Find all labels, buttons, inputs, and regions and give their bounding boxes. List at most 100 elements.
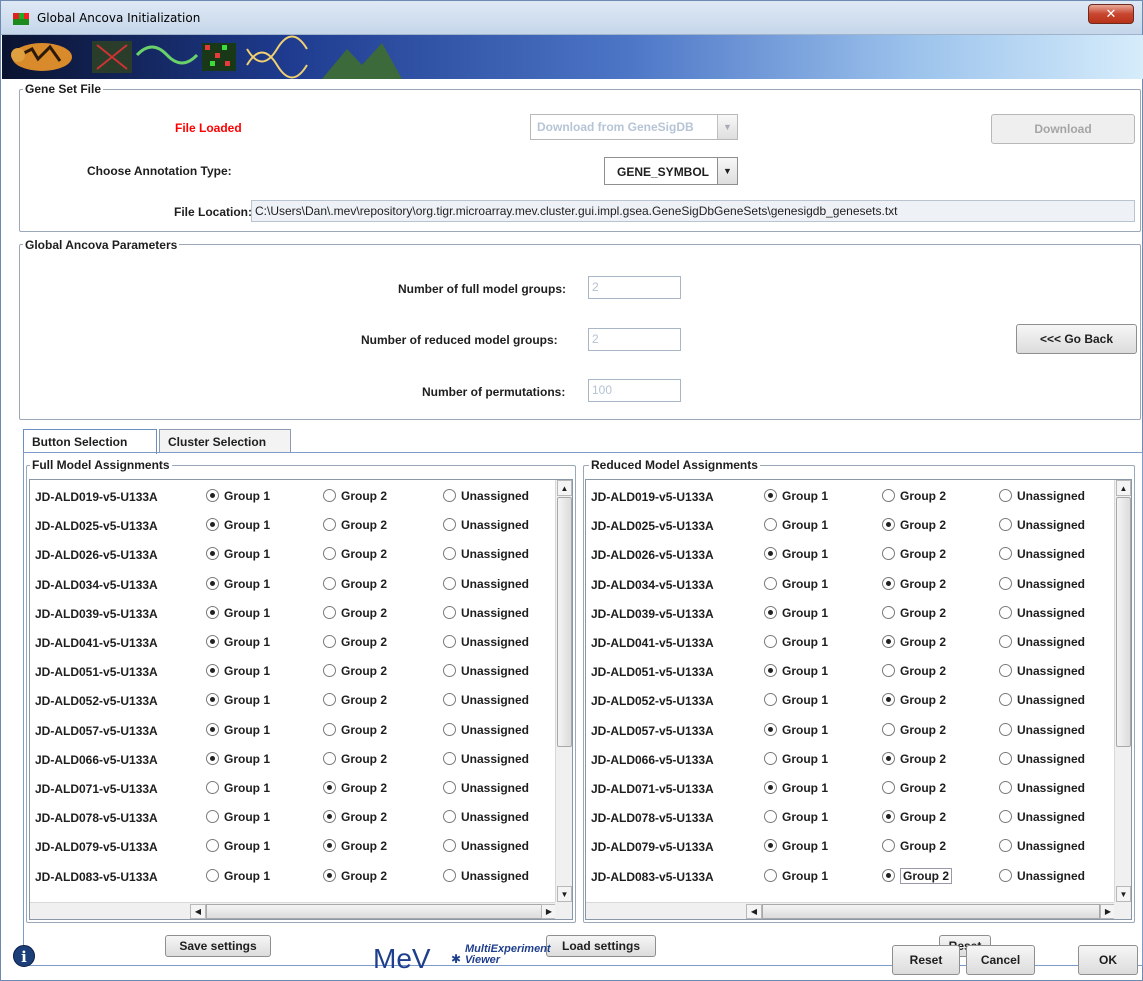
radio-group-1[interactable]: Group 1 [764,693,828,707]
download-button[interactable]: Download [991,114,1135,144]
radio-group-2[interactable]: Group 2 [882,810,946,824]
vertical-scrollbar[interactable]: ▲ ▼ [1114,480,1131,904]
radio-unassigned[interactable]: Unassigned [999,868,1085,883]
radio-unassigned[interactable]: Unassigned [443,693,529,707]
radio-group-1[interactable]: Group 1 [206,489,270,503]
cancel-button[interactable]: Cancel [966,945,1035,975]
radio-unassigned[interactable]: Unassigned [443,547,529,561]
radio-group-2[interactable]: Group 2 [323,722,387,737]
tab-button-selection[interactable]: Button Selection [23,429,157,454]
vertical-scrollbar[interactable]: ▲ ▼ [555,480,572,904]
reduced-model-groups-field[interactable]: 2 [588,328,681,351]
radio-group-2[interactable]: Group 2 [323,664,387,678]
radio-unassigned[interactable]: Unassigned [443,635,529,649]
radio-group-1[interactable]: Group 1 [764,868,828,883]
radio-group-2[interactable]: Group 2 [882,576,946,591]
radio-group-1[interactable]: Group 1 [206,605,270,620]
radio-group-2[interactable]: Group 2 [323,635,387,649]
radio-group-1[interactable]: Group 1 [206,635,270,649]
radio-group-1[interactable]: Group 1 [206,547,270,561]
radio-group-1[interactable]: Group 1 [206,722,270,737]
tab-cluster-selection[interactable]: Cluster Selection [159,429,291,453]
radio-unassigned[interactable]: Unassigned [443,868,529,883]
radio-group-1[interactable]: Group 1 [764,751,828,766]
scroll-left-icon[interactable]: ◀ [746,904,762,919]
radio-group-2[interactable]: Group 2 [323,781,387,795]
close-button[interactable]: ✕ [1088,4,1134,24]
radio-unassigned[interactable]: Unassigned [999,664,1085,678]
radio-group-1[interactable]: Group 1 [764,635,828,649]
radio-group-1[interactable]: Group 1 [206,751,270,766]
radio-group-1[interactable]: Group 1 [764,605,828,620]
scroll-left-icon[interactable]: ◀ [190,904,206,919]
radio-unassigned[interactable]: Unassigned [999,547,1085,561]
radio-unassigned[interactable]: Unassigned [999,839,1085,853]
radio-unassigned[interactable]: Unassigned [999,693,1085,707]
radio-unassigned[interactable]: Unassigned [443,664,529,678]
scroll-thumb[interactable] [762,904,1100,919]
radio-unassigned[interactable]: Unassigned [443,576,529,591]
radio-unassigned[interactable]: Unassigned [999,810,1085,824]
radio-group-2[interactable]: Group 2 [882,547,946,561]
radio-group-2[interactable]: Group 2 [323,576,387,591]
radio-group-1[interactable]: Group 1 [764,810,828,824]
radio-group-2[interactable]: Group 2 [882,839,946,853]
scroll-down-icon[interactable]: ▼ [557,886,572,902]
load-settings-button[interactable]: Load settings [546,935,656,957]
radio-unassigned[interactable]: Unassigned [443,489,529,503]
radio-group-1[interactable]: Group 1 [764,664,828,678]
file-location-field[interactable]: C:\Users\Dan\.mev\repository\org.tigr.mi… [251,200,1135,222]
info-icon[interactable]: i [13,945,35,967]
reset-button[interactable]: Reset [892,945,960,975]
radio-group-1[interactable]: Group 1 [206,664,270,678]
radio-unassigned[interactable]: Unassigned [999,518,1085,532]
scroll-down-icon[interactable]: ▼ [1116,886,1131,902]
radio-group-2[interactable]: Group 2 [882,867,953,884]
radio-unassigned[interactable]: Unassigned [999,576,1085,591]
download-source-combo[interactable]: Download from GeneSigDB ▼ [530,114,738,140]
annotation-type-combo[interactable]: GENE_SYMBOL ▼ [604,157,738,185]
radio-unassigned[interactable]: Unassigned [443,605,529,620]
radio-unassigned[interactable]: Unassigned [443,751,529,766]
radio-group-1[interactable]: Group 1 [764,547,828,561]
radio-group-1[interactable]: Group 1 [206,781,270,795]
radio-unassigned[interactable]: Unassigned [443,722,529,737]
radio-group-2[interactable]: Group 2 [323,868,387,883]
go-back-button[interactable]: <<< Go Back [1016,324,1137,354]
radio-group-2[interactable]: Group 2 [882,664,946,678]
radio-group-2[interactable]: Group 2 [882,518,946,532]
scroll-thumb[interactable] [1116,497,1131,747]
radio-group-1[interactable]: Group 1 [764,781,828,795]
radio-group-2[interactable]: Group 2 [882,722,946,737]
radio-group-2[interactable]: Group 2 [323,605,387,620]
radio-group-1[interactable]: Group 1 [206,868,270,883]
radio-unassigned[interactable]: Unassigned [999,635,1085,649]
radio-group-2[interactable]: Group 2 [323,751,387,766]
radio-group-1[interactable]: Group 1 [206,576,270,591]
radio-group-1[interactable]: Group 1 [206,693,270,707]
radio-group-2[interactable]: Group 2 [882,781,946,795]
radio-unassigned[interactable]: Unassigned [999,605,1085,620]
radio-unassigned[interactable]: Unassigned [443,781,529,795]
radio-unassigned[interactable]: Unassigned [443,518,529,532]
radio-unassigned[interactable]: Unassigned [999,751,1085,766]
save-settings-button[interactable]: Save settings [165,935,271,957]
radio-group-1[interactable]: Group 1 [764,839,828,853]
radio-group-1[interactable]: Group 1 [764,576,828,591]
ok-button[interactable]: OK [1078,945,1138,975]
scroll-up-icon[interactable]: ▲ [557,480,572,496]
radio-group-1[interactable]: Group 1 [206,810,270,824]
radio-group-2[interactable]: Group 2 [323,693,387,707]
horizontal-scrollbar[interactable]: ◀ ▶ [30,902,557,919]
radio-unassigned[interactable]: Unassigned [443,839,529,853]
permutations-field[interactable]: 100 [588,379,681,402]
radio-group-2[interactable]: Group 2 [323,839,387,853]
horizontal-scrollbar[interactable]: ◀ ▶ [586,902,1116,919]
full-model-groups-field[interactable]: 2 [588,276,681,299]
radio-unassigned[interactable]: Unassigned [999,781,1085,795]
radio-group-1[interactable]: Group 1 [764,518,828,532]
radio-group-1[interactable]: Group 1 [206,518,270,532]
scroll-thumb[interactable] [557,497,572,747]
radio-group-2[interactable]: Group 2 [323,489,387,503]
scroll-up-icon[interactable]: ▲ [1116,480,1131,496]
